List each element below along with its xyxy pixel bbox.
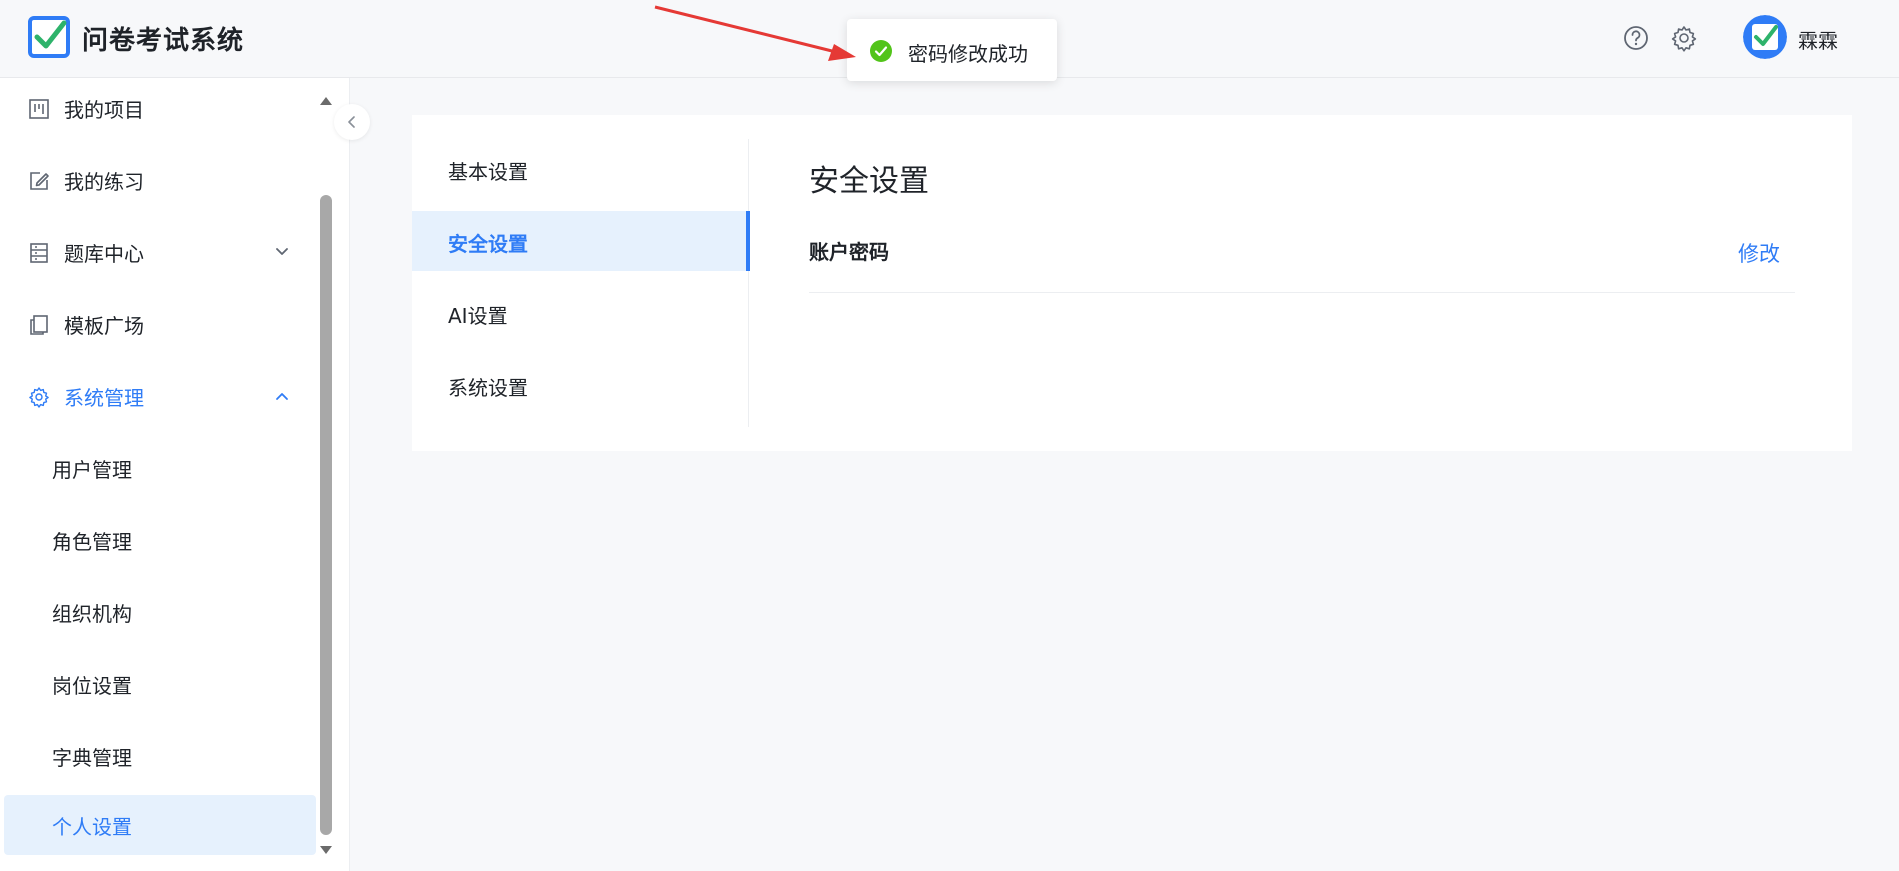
board-icon <box>29 99 49 119</box>
settings-menu-label: 安全设置 <box>448 232 528 256</box>
username[interactable]: 霖霖 <box>1798 25 1838 54</box>
toast-message: 密码修改成功 <box>908 42 1028 66</box>
sidebar-item-system-management[interactable]: 系统管理 <box>4 366 316 426</box>
scroll-down-icon[interactable] <box>319 845 333 855</box>
sidebar-item-label: 用户管理 <box>52 458 132 482</box>
edit-icon <box>30 172 49 190</box>
library-icon <box>30 243 48 263</box>
sidebar-item-label: 系统管理 <box>64 386 144 410</box>
sidebar-item-my-practice[interactable]: 我的练习 <box>4 150 316 210</box>
app-root: 问卷考试系统 霖霖 我的项目 我的练习 题库中心 模板广场 系统管理 用户管理 … <box>0 0 1899 871</box>
sidebar-item-label: 角色管理 <box>52 530 132 554</box>
sidebar-item-label: 岗位设置 <box>52 674 132 698</box>
sidebar-item-personal-settings[interactable]: 个人设置 <box>4 795 316 855</box>
chevron-left-icon <box>348 116 355 128</box>
sidebar-item-my-projects[interactable]: 我的项目 <box>4 78 316 138</box>
settings-menu-security[interactable]: 安全设置 <box>412 211 750 271</box>
help-icon[interactable] <box>1622 24 1650 52</box>
sidebar-item-label: 我的项目 <box>64 98 144 122</box>
chevron-up-icon <box>276 393 288 400</box>
row-divider <box>809 292 1795 293</box>
sidebar-item-label: 字典管理 <box>52 746 132 770</box>
settings-menu-basic[interactable]: 基本设置 <box>412 139 749 199</box>
sidebar-item-question-bank[interactable]: 题库中心 <box>4 222 316 282</box>
settings-menu-label: 系统设置 <box>448 376 528 400</box>
sidebar-item-organization[interactable]: 组织机构 <box>4 582 316 642</box>
settings-menu-label: AI设置 <box>448 304 508 328</box>
sidebar: 我的项目 我的练习 题库中心 模板广场 系统管理 用户管理 角色管理 组织机构 … <box>0 78 350 871</box>
settings-card: 基本设置 安全设置 AI设置 系统设置 安全设置 账户密码 修改 <box>412 115 1852 451</box>
modify-password-link[interactable]: 修改 <box>1738 238 1780 268</box>
sidebar-item-position-settings[interactable]: 岗位设置 <box>4 654 316 714</box>
sidebar-item-role-management[interactable]: 角色管理 <box>4 510 316 570</box>
sidebar-item-label: 我的练习 <box>64 170 144 194</box>
sidebar-item-label: 题库中心 <box>64 242 144 266</box>
sidebar-collapse-button[interactable] <box>334 104 370 140</box>
chevron-down-icon <box>276 248 288 255</box>
sidebar-scroll-thumb[interactable] <box>320 195 332 835</box>
settings-menu-label: 基本设置 <box>448 160 528 184</box>
sidebar-item-label: 模板广场 <box>64 314 144 338</box>
sidebar-item-label: 个人设置 <box>52 815 132 839</box>
sidebar-item-label: 组织机构 <box>52 602 132 626</box>
scroll-up-icon[interactable] <box>319 96 333 106</box>
app-title: 问卷考试系统 <box>82 26 245 56</box>
avatar[interactable] <box>1743 15 1787 59</box>
success-toast: 密码修改成功 <box>847 19 1057 81</box>
sidebar-item-user-management[interactable]: 用户管理 <box>4 438 316 498</box>
settings-menu: 基本设置 安全设置 AI设置 系统设置 <box>412 139 750 427</box>
success-check-icon <box>870 40 892 62</box>
gear-icon <box>29 387 49 408</box>
sidebar-item-template-square[interactable]: 模板广场 <box>4 294 316 354</box>
section-title: 安全设置 <box>809 164 929 199</box>
logo-icon[interactable] <box>28 16 70 58</box>
sidebar-item-dictionary[interactable]: 字典管理 <box>4 726 316 786</box>
copy-icon <box>30 315 48 335</box>
settings-menu-system[interactable]: 系统设置 <box>412 355 749 415</box>
gear-icon[interactable] <box>1670 24 1698 52</box>
settings-menu-ai[interactable]: AI设置 <box>412 283 749 343</box>
password-label: 账户密码 <box>809 240 889 264</box>
